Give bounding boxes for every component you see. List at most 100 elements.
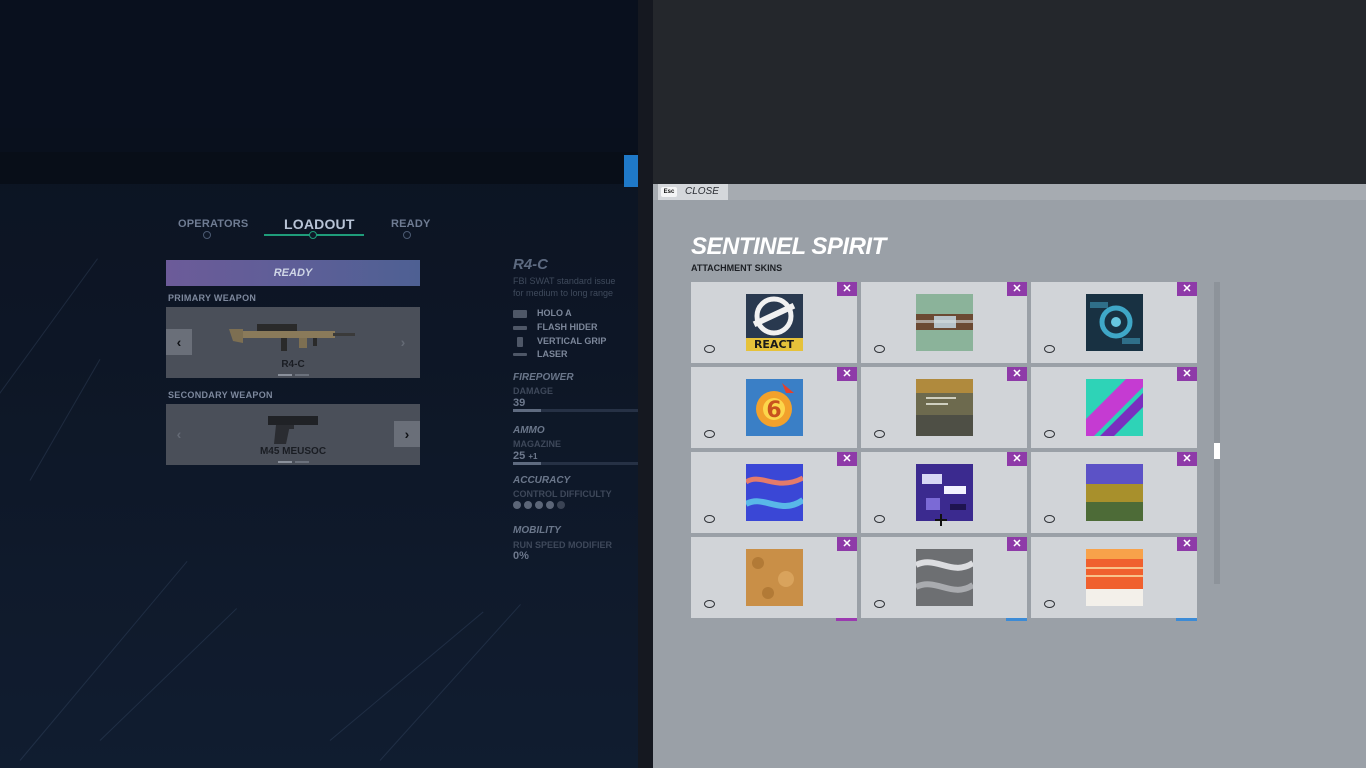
remove-icon[interactable]: ✕ [1177,537,1197,551]
secondary-weapon-card[interactable]: ‹ › M45 MEUSOC [166,404,420,465]
react-logo-thumbnail: REACT [746,294,803,351]
remove-icon[interactable]: ✕ [837,282,857,296]
magazine-count: 25 [513,450,526,462]
select-radio[interactable] [874,600,885,608]
attachment-label: FLASH HIDER [537,322,598,332]
laser-icon [513,353,527,357]
skin-card[interactable]: ✕ [861,537,1027,621]
skin-card[interactable]: ✕ [861,367,1027,448]
next-row-indicator [836,618,857,621]
tan-leather-thumbnail [746,549,803,606]
six-siege-flame-thumbnail: 6 [746,379,803,436]
skin-subtitle: ATTACHMENT SKINS [691,263,783,273]
run-speed-value: 0% [513,550,529,562]
primary-weapon-card[interactable]: ‹ › R4-C [166,307,420,378]
operator-chip [624,155,638,187]
remove-icon[interactable]: ✕ [1007,367,1027,381]
scrollbar-track[interactable] [1214,282,1220,584]
skin-card[interactable]: ✕ [1031,452,1197,533]
remove-icon[interactable]: ✕ [837,452,857,466]
chevron-right-icon[interactable]: › [394,421,420,447]
select-radio[interactable] [704,600,715,608]
run-speed-label: RUN SPEED MODIFIER [513,540,613,550]
firepower-title: FIREPOWER [513,372,574,383]
pager-dot [295,461,309,463]
remove-icon[interactable]: ✕ [1007,452,1027,466]
secondary-weapon-name: M45 MEUSOC [259,446,327,457]
remove-icon[interactable]: ✕ [1177,367,1197,381]
orange-sunset-lines-thumbnail [1086,549,1143,606]
green-metal-tube-thumbnail [916,294,973,351]
accuracy-title: ACCURACY [513,475,571,486]
rifle-icon [229,324,355,351]
skin-card[interactable]: ✕ [1031,282,1197,363]
primary-weapon-label: PRIMARY WEAPON [168,293,257,303]
skin-card[interactable]: ✕ [691,537,857,621]
tab-loadout[interactable]: LOADOUT [284,216,355,232]
olive-camo-print-thumbnail [916,379,973,436]
next-row-indicator [1006,618,1027,621]
remove-icon[interactable]: ✕ [1007,537,1027,551]
select-radio[interactable] [1044,345,1055,353]
skin-card[interactable]: REACT ✕ [691,282,857,363]
select-radio[interactable] [704,345,715,353]
remove-icon[interactable]: ✕ [837,537,857,551]
select-radio[interactable] [704,515,715,523]
mobility-title: MOBILITY [513,525,561,536]
skin-card[interactable]: ✕ [1031,537,1197,621]
tab-ready[interactable]: READY [391,218,431,230]
close-button[interactable]: Esc CLOSE [658,184,728,200]
primary-weapon-name: R4-C [281,359,305,370]
purple-glitch-thumbnail [916,464,973,521]
scrollbar-thumb[interactable] [1214,443,1220,459]
ready-button[interactable]: READY [166,260,420,286]
barrel-icon [513,325,527,330]
teal-pink-stripes-thumbnail [1086,379,1143,436]
skin-card[interactable]: ✕ [1031,367,1197,448]
skin-grid: REACT ✕ ✕ ✕ 6 ✕ ✕ ✕ ✕ ✕ ✕ ✕ ✕ ✕ [691,282,1197,622]
magazine-value: 25 +1 [513,450,537,462]
accuracy-dot [513,501,521,509]
chevron-left-icon[interactable]: ‹ [166,421,192,447]
attachment-grip: VERTICAL GRIP [513,336,606,347]
skin-card[interactable]: 6 ✕ [691,367,857,448]
remove-icon[interactable]: ✕ [1177,452,1197,466]
chevron-right-icon[interactable]: › [390,329,416,355]
accuracy-dot [557,501,565,509]
remove-icon[interactable]: ✕ [1177,282,1197,296]
pager-dot [278,374,292,376]
select-radio[interactable] [704,430,715,438]
iridescent-scales-thumbnail [1086,464,1143,521]
magazine-extra: +1 [528,452,538,461]
select-radio[interactable] [1044,515,1055,523]
weapon-details: R4-C FBI SWAT standard issue for medium … [513,256,638,576]
accuracy-dot [546,501,554,509]
tab-operators[interactable]: OPERATORS [178,218,248,230]
skin-card[interactable]: ✕ [691,452,857,533]
tab-dot [403,231,411,239]
select-radio[interactable] [1044,430,1055,438]
damage-bar [513,409,638,412]
attachment-label: HOLO A [537,308,572,318]
select-radio[interactable] [874,345,885,353]
select-radio[interactable] [874,515,885,523]
chevron-left-icon[interactable]: ‹ [166,329,192,355]
damage-label: DAMAGE [513,386,553,396]
skin-title: SENTINEL SPIRIT [691,233,886,260]
remove-icon[interactable]: ✕ [837,367,857,381]
weapon-description-line: FBI SWAT standard issue [513,276,616,286]
weapon-description-line: for medium to long range [513,288,614,298]
ammo-title: AMMO [513,425,545,436]
loadout-nav: OPERATORS LOADOUT READY [166,214,436,240]
attachment-sight: HOLO A [513,308,572,318]
next-row-indicator [1176,618,1197,621]
tab-dot-active [309,231,317,239]
select-radio[interactable] [1044,600,1055,608]
damage-value: 39 [513,397,526,409]
react-label: REACT [754,338,795,351]
skin-card[interactable]: ✕ [861,282,1027,363]
remove-icon[interactable]: ✕ [1007,282,1027,296]
grip-icon [517,336,523,347]
select-radio[interactable] [874,430,885,438]
accuracy-dots [513,501,583,511]
